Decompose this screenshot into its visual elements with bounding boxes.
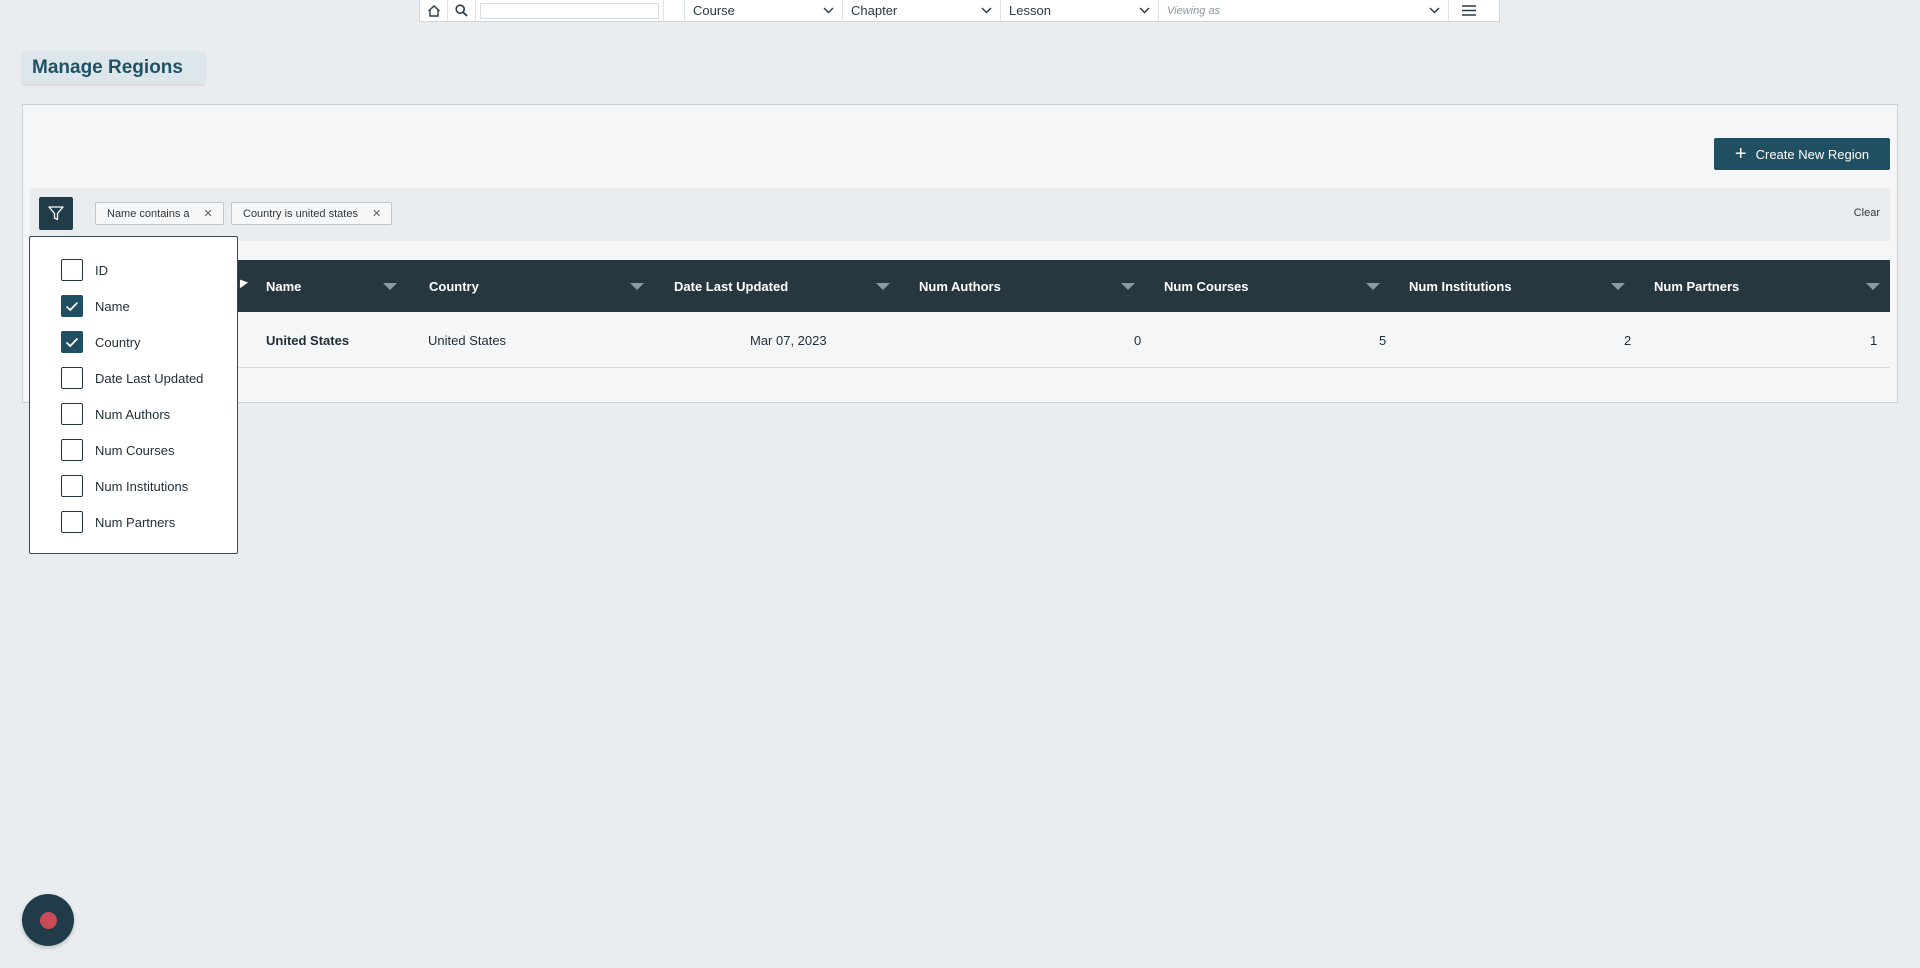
topbar-divider (664, 0, 685, 21)
column-option-label: Name (95, 298, 130, 314)
column-option-label: Date Last Updated (95, 370, 204, 386)
filter-chip-label: Country is united states (243, 207, 358, 220)
cell-num-partners: 1 (1870, 332, 1878, 348)
column-header-country[interactable]: Country (429, 260, 654, 312)
checkbox[interactable] (61, 439, 83, 461)
chevron-down-icon (981, 7, 992, 14)
chapter-select[interactable]: Chapter (843, 0, 1001, 21)
cell-date-last-updated: Mar 07, 2023 (750, 332, 827, 348)
search-input[interactable] (480, 2, 659, 19)
checkbox[interactable] (61, 403, 83, 425)
column-header-label: Num Courses (1164, 278, 1249, 294)
course-select-label: Course (693, 3, 735, 18)
cell-country: United States (428, 332, 507, 348)
chapter-select-label: Chapter (851, 3, 898, 18)
column-header-date-last-updated[interactable]: Date Last Updated (674, 260, 900, 312)
page-title: Manage Regions (22, 51, 205, 84)
cell-num-authors: 0 (1134, 332, 1142, 348)
clear-filters-link[interactable]: Clear (1854, 207, 1880, 219)
course-select[interactable]: Course (685, 0, 843, 21)
column-header-num-partners[interactable]: Num Partners (1654, 260, 1890, 312)
column-header-num-courses[interactable]: Num Courses (1164, 260, 1390, 312)
column-option-num-partners[interactable]: Num Partners (61, 511, 175, 533)
checkbox[interactable] (61, 259, 83, 281)
checkbox[interactable] (61, 475, 83, 497)
search-field-wrapper (476, 0, 664, 21)
chevron-down-icon (1139, 7, 1150, 14)
plus-icon: + (1734, 143, 1747, 165)
column-header-label: Num Authors (919, 278, 1001, 294)
home-button[interactable] (420, 0, 448, 21)
table-row[interactable]: United States United States Mar 07, 2023… (30, 312, 1890, 368)
column-header-label: Name (266, 278, 302, 294)
column-option-date-last-updated[interactable]: Date Last Updated (61, 367, 203, 389)
create-new-region-button[interactable]: + Create New Region (1714, 138, 1890, 170)
column-option-num-institutions[interactable]: Num Institutions (61, 475, 188, 497)
filter-chip[interactable]: Country is united states ✕ (231, 202, 393, 225)
column-header-num-authors[interactable]: Num Authors (919, 260, 1145, 312)
cell-name[interactable]: United States (266, 312, 349, 368)
column-option-country[interactable]: Country (61, 331, 141, 353)
regions-panel: + Create New Region Name contains a ✕ Co… (22, 104, 1898, 403)
search-button[interactable] (448, 0, 476, 21)
viewing-as-select[interactable]: Viewing as (1159, 0, 1449, 21)
column-header-label: Num Institutions (1409, 278, 1512, 294)
caret-down-icon[interactable] (1866, 283, 1880, 290)
close-icon[interactable]: ✕ (372, 207, 381, 220)
column-option-num-authors[interactable]: Num Authors (61, 403, 170, 425)
record-button[interactable] (22, 894, 74, 946)
lesson-select-label: Lesson (1009, 3, 1051, 18)
record-icon (39, 911, 57, 929)
search-icon (455, 4, 468, 17)
main-menu-button[interactable] (1449, 0, 1489, 21)
cell-num-institutions: 2 (1624, 332, 1632, 348)
cell-num-courses: 5 (1379, 332, 1387, 348)
caret-down-icon[interactable] (1121, 283, 1135, 290)
column-chooser-menu: ID Name Country Date Last Updated Num Au… (29, 236, 238, 554)
checkbox[interactable] (61, 511, 83, 533)
column-option-label: Num Authors (95, 406, 171, 422)
close-icon[interactable]: ✕ (204, 207, 213, 220)
filter-chip[interactable]: Name contains a ✕ (95, 202, 224, 225)
chevron-down-icon (1429, 7, 1440, 14)
caret-down-icon[interactable] (383, 283, 397, 290)
column-header-label: Date Last Updated (674, 278, 789, 294)
filter-button[interactable] (39, 197, 73, 230)
filter-icon (48, 206, 64, 221)
column-header-name[interactable]: Name (266, 260, 407, 312)
checkmark-icon (65, 337, 79, 347)
chevron-down-icon (823, 7, 834, 14)
filter-chip-label: Name contains a (107, 207, 190, 220)
checkbox[interactable] (61, 367, 83, 389)
column-header-label: Country (429, 278, 479, 294)
column-option-label: Num Institutions (95, 478, 189, 494)
home-icon (427, 4, 440, 17)
caret-down-icon[interactable] (876, 283, 890, 290)
top-nav-bar: Course Chapter Lesson Viewing as (419, 0, 1500, 22)
column-option-label: Country (95, 334, 141, 350)
column-option-label: Num Partners (95, 514, 176, 530)
checkmark-icon (65, 301, 79, 311)
table-header: Name Country Date Last Updated Num Autho… (30, 260, 1890, 312)
checkbox-checked[interactable] (61, 295, 83, 317)
lesson-select[interactable]: Lesson (1001, 0, 1159, 21)
caret-down-icon[interactable] (1366, 283, 1380, 290)
hamburger-menu-icon (1462, 5, 1476, 16)
caret-down-icon[interactable] (1611, 283, 1625, 290)
column-option-label: Num Courses (95, 442, 175, 458)
column-header-num-institutions[interactable]: Num Institutions (1409, 260, 1635, 312)
column-option-id[interactable]: ID (61, 259, 108, 281)
column-option-label: ID (95, 262, 108, 278)
create-new-region-label: Create New Region (1755, 146, 1870, 162)
filter-bar: Name contains a ✕ Country is united stat… (30, 188, 1890, 241)
column-option-num-courses[interactable]: Num Courses (61, 439, 174, 461)
checkbox-checked[interactable] (61, 331, 83, 353)
column-header-label: Num Partners (1654, 278, 1740, 294)
viewing-as-placeholder: Viewing as (1167, 4, 1220, 17)
column-option-name[interactable]: Name (61, 295, 130, 317)
caret-down-icon[interactable] (630, 283, 644, 290)
